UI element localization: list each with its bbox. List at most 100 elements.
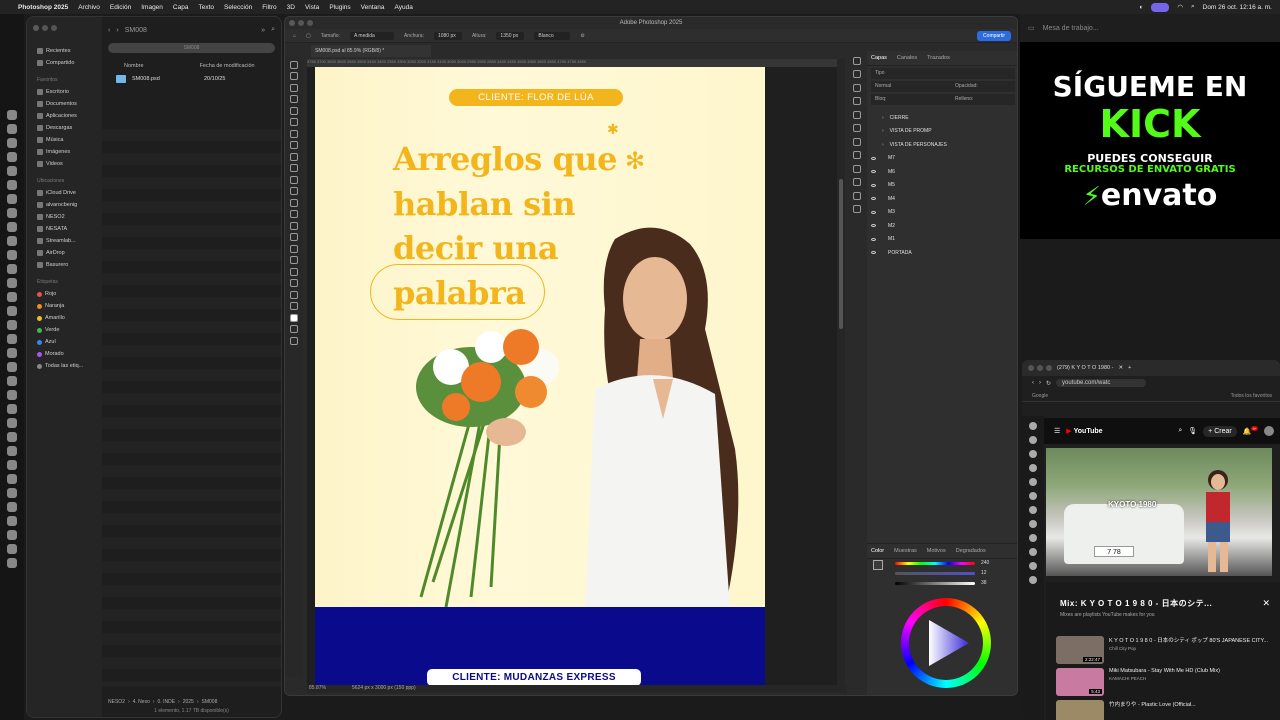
- dock-app-icon[interactable]: [7, 180, 17, 190]
- eyedropper-tool-icon[interactable]: [290, 129, 298, 138]
- sidebar-app-icon[interactable]: [1029, 436, 1037, 444]
- sidebar-item-compartido[interactable]: Compartido: [33, 57, 96, 69]
- sidebar-item-streamlab[interactable]: Streamlab...: [33, 235, 96, 247]
- menu-icon[interactable]: ☰: [1054, 427, 1060, 435]
- path-item[interactable]: 4. Neso: [133, 699, 150, 705]
- menu-ventana[interactable]: Ventana: [361, 4, 385, 11]
- file-row[interactable]: SM008.psd 20/10/25: [102, 73, 281, 85]
- gradient-tool-icon[interactable]: [290, 198, 298, 207]
- chevron-right-icon[interactable]: ›: [882, 142, 884, 148]
- dock-app-icon[interactable]: [7, 404, 17, 414]
- vertical-scrollbar[interactable]: [837, 59, 845, 687]
- canvas-area[interactable]: CLIENTE: FLOR DE LÚA Arreglos que hablan…: [307, 67, 837, 687]
- column-date[interactable]: Fecha de modificación: [200, 63, 255, 69]
- quick-mask-icon[interactable]: [290, 325, 298, 333]
- notifications-icon[interactable]: 🔔9+: [1243, 426, 1258, 436]
- navigator-icon[interactable]: [853, 205, 861, 213]
- queue-item[interactable]: 5:43 Miki Matsubara - Stay With Me HD (Cl…: [1046, 664, 1280, 696]
- sidebar-app-icon[interactable]: [1029, 422, 1037, 430]
- sidebar-tag-item[interactable]: Naranja: [33, 300, 96, 312]
- sidebar-tag-item[interactable]: Todas las etiq...: [33, 360, 96, 372]
- dock-app-icon[interactable]: [7, 194, 17, 204]
- wifi-icon[interactable]: ◠: [1177, 3, 1183, 11]
- color-wheel[interactable]: [901, 598, 991, 688]
- screen-mode-icon[interactable]: [290, 336, 298, 345]
- sidebar-app-icon[interactable]: [1029, 562, 1037, 570]
- path-item[interactable]: NESO2: [108, 699, 125, 705]
- sidebar-app-icon[interactable]: [1029, 534, 1037, 542]
- hue-slider[interactable]: [895, 562, 975, 565]
- sidebar-item-aplicaciones[interactable]: Aplicaciones: [33, 110, 96, 122]
- layers-icon[interactable]: [853, 124, 861, 132]
- sidebar-item-imagenes[interactable]: Imágenes: [33, 146, 96, 158]
- lasso-tool-icon[interactable]: [290, 83, 298, 92]
- width-input[interactable]: 1080 px: [433, 31, 462, 40]
- reload-icon[interactable]: ↻: [1046, 380, 1051, 387]
- sidebar-item-basurero[interactable]: Basurero: [33, 259, 96, 271]
- background-select[interactable]: Blanco: [534, 31, 571, 40]
- dock-app-icon[interactable]: [7, 460, 17, 470]
- dock-app-icon[interactable]: [7, 250, 17, 260]
- menu-texto[interactable]: Texto: [198, 4, 214, 11]
- sidebar-tag-item[interactable]: Rojo: [33, 288, 96, 300]
- crop-tool-icon[interactable]: [290, 106, 298, 115]
- sidebar-app-icon[interactable]: [1029, 450, 1037, 458]
- youtube-logo[interactable]: ▶ YouTube: [1066, 427, 1102, 435]
- layer-row[interactable]: M7: [867, 152, 1017, 166]
- path-item[interactable]: 0. INDE: [158, 699, 176, 705]
- dock-app-icon[interactable]: [7, 488, 17, 498]
- forward-button[interactable]: ›: [116, 27, 118, 34]
- path-item[interactable]: 2025: [183, 699, 194, 705]
- layer-row[interactable]: M3: [867, 206, 1017, 220]
- blur-tool-icon[interactable]: [290, 210, 298, 218]
- create-button[interactable]: + Crear: [1203, 425, 1237, 437]
- sidebar-item-documentos[interactable]: Documentos: [33, 98, 96, 110]
- sidebar-item-musica[interactable]: Música: [33, 134, 96, 146]
- all-bookmarks[interactable]: Todos los favoritos: [1231, 393, 1272, 399]
- dock-app-icon[interactable]: [7, 530, 17, 540]
- minimize-button[interactable]: [298, 20, 304, 26]
- sidebar-app-icon[interactable]: [1029, 520, 1037, 528]
- character-icon[interactable]: [853, 137, 861, 146]
- dock-app-icon[interactable]: [7, 502, 17, 512]
- history-icon[interactable]: [853, 56, 861, 65]
- dock-app-icon[interactable]: [7, 222, 17, 232]
- dock-app-icon[interactable]: [7, 544, 17, 554]
- menu-ayuda[interactable]: Ayuda: [395, 4, 413, 11]
- eye-icon[interactable]: [871, 224, 876, 228]
- info-icon[interactable]: [853, 178, 861, 186]
- pen-tool-icon[interactable]: [290, 233, 298, 241]
- menu-filtro[interactable]: Filtro: [262, 4, 276, 11]
- sidebar-app-icon[interactable]: [1029, 492, 1037, 500]
- tab-muestras[interactable]: Muestras: [894, 548, 917, 554]
- layer-row[interactable]: M6: [867, 165, 1017, 179]
- back-button[interactable]: ‹: [108, 27, 110, 34]
- eye-icon[interactable]: [871, 237, 876, 241]
- dock-app-icon[interactable]: [7, 278, 17, 288]
- youtube-tab[interactable]: (279) K Y O T O 1980 -: [1057, 365, 1113, 371]
- dock-app-icon[interactable]: [7, 236, 17, 246]
- search-icon[interactable]: ⌕: [271, 26, 275, 34]
- settings-icon[interactable]: ⚙: [580, 33, 584, 39]
- chevron-right-icon[interactable]: ›: [882, 115, 884, 121]
- brightness-value[interactable]: 38: [981, 580, 987, 586]
- stamp-tool-icon[interactable]: [290, 164, 298, 172]
- url-input[interactable]: youtube.com/watc: [1056, 379, 1147, 387]
- close-icon[interactable]: ✕: [1262, 598, 1270, 609]
- dock-app-icon[interactable]: [7, 208, 17, 218]
- eye-icon[interactable]: [871, 210, 876, 214]
- dock-app-icon[interactable]: [7, 474, 17, 484]
- layer-row[interactable]: PORTADA: [867, 246, 1017, 260]
- brush-settings-icon[interactable]: [853, 110, 861, 119]
- dock-app-icon[interactable]: [7, 348, 17, 358]
- eye-icon[interactable]: [871, 197, 876, 201]
- sidebar-item-airdrop[interactable]: AirDrop: [33, 247, 96, 259]
- mic-icon[interactable]: 🎙: [1188, 427, 1197, 435]
- sidebar-item-recientes[interactable]: Recientes: [33, 45, 96, 57]
- sidebar-app-icon[interactable]: [1029, 478, 1037, 486]
- zoom-button[interactable]: [51, 25, 57, 31]
- paragraph-icon[interactable]: [853, 151, 861, 159]
- move-tool-icon[interactable]: [290, 60, 298, 69]
- back-icon[interactable]: ‹: [1032, 380, 1034, 386]
- menu-3d[interactable]: 3D: [287, 4, 295, 11]
